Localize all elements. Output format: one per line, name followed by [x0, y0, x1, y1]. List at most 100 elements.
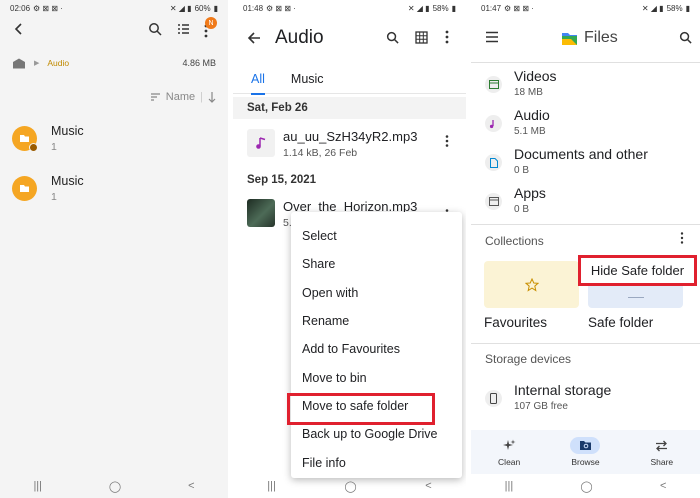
- folder-row-music-1[interactable]: Music 1: [12, 118, 216, 158]
- system-nav-bar: ||| ◯ <: [0, 474, 228, 498]
- battery-icon: ▮: [213, 3, 218, 13]
- page-title: Audio: [275, 27, 324, 48]
- status-bar: 01:48 ⚙ ⊠ ⊠ · ✕ ◢ ▮ 58% ▮: [233, 0, 466, 16]
- file-row[interactable]: au_uu_SzH34yR2.mp3 1.14 kB, 26 Feb: [233, 124, 466, 164]
- divider: [471, 62, 700, 63]
- browse-icon: [570, 437, 601, 454]
- folder-size: 4.86 MB: [182, 58, 216, 68]
- home-button[interactable]: ◯: [580, 480, 592, 493]
- file-meta: 1.14 kB, 26 Feb: [283, 147, 358, 159]
- back-arrow-icon[interactable]: [247, 31, 261, 45]
- status-time: 01:48: [243, 3, 264, 13]
- back-button[interactable]: <: [660, 480, 666, 492]
- status-battery: 58%: [432, 3, 449, 13]
- storage-devices-title: Storage devices: [485, 352, 572, 366]
- category-title: Apps: [514, 185, 546, 201]
- status-bar: 01:47 ⚙ ⊠ ⊠ · ✕ ◢ ▮ 58% ▮: [471, 0, 700, 16]
- nav-browse[interactable]: Browse: [555, 430, 615, 474]
- menu-item-share[interactable]: Share: [291, 250, 462, 278]
- menu-item-open-with[interactable]: Open with: [291, 279, 462, 307]
- folder-row-music-2[interactable]: Music 1: [12, 168, 216, 208]
- music-folder-icon: [12, 125, 38, 152]
- folder-count: 1: [51, 140, 57, 153]
- status-bar: 02:06 ⚙ ⊠ ⊠ · ✕ ◢ ▮ 60% ▮: [0, 0, 228, 16]
- home-button[interactable]: ◯: [109, 480, 121, 493]
- storage-free: 107 GB free: [514, 401, 568, 412]
- signal-icons: ✕ ◢ ▮: [169, 3, 192, 13]
- recents-button[interactable]: |||: [505, 480, 514, 492]
- video-icon: [485, 76, 502, 93]
- category-videos[interactable]: Videos 18 MB: [471, 66, 700, 104]
- music-note-icon: [247, 129, 275, 157]
- nav-browse-label: Browse: [571, 457, 600, 467]
- menu-item-back-up-google-drive[interactable]: Back up to Google Drive: [291, 420, 462, 448]
- hide-safe-folder-option[interactable]: Hide Safe folder: [578, 255, 697, 286]
- sort-bar[interactable]: Name |: [150, 91, 216, 103]
- list-view-icon[interactable]: [176, 22, 190, 36]
- home-button[interactable]: ◯: [344, 480, 356, 493]
- phone-storage-icon: [485, 390, 502, 407]
- path-chevron-icon: ▶: [34, 60, 40, 67]
- collections-title: Collections: [485, 234, 544, 248]
- category-documents[interactable]: Documents and other 0 B: [471, 144, 700, 182]
- internal-storage-row[interactable]: Internal storage 107 GB free: [471, 380, 700, 418]
- safe-folder-icon: [627, 297, 644, 298]
- category-apps[interactable]: Apps 0 B: [471, 183, 700, 221]
- favourites-card[interactable]: [484, 261, 579, 308]
- bottom-navigation: Clean Browse Share: [471, 430, 700, 474]
- music-note-icon: [485, 115, 502, 132]
- recents-button[interactable]: |||: [267, 480, 276, 492]
- menu-item-move-to-safe-folder[interactable]: Move to safe folder: [287, 392, 462, 426]
- swap-arrows-icon: [647, 437, 677, 454]
- category-size: 0 B: [514, 165, 530, 176]
- file-more-icon[interactable]: [444, 134, 450, 148]
- phone-panel-audio-list: 01:48 ⚙ ⊠ ⊠ · ✕ ◢ ▮ 58% ▮ Audio All Musi…: [233, 0, 466, 498]
- nav-clean[interactable]: Clean: [479, 430, 539, 474]
- hamburger-menu-icon[interactable]: [485, 31, 499, 43]
- files-logo-icon: [562, 33, 577, 45]
- search-icon[interactable]: [679, 31, 692, 44]
- menu-item-select[interactable]: Select: [291, 222, 462, 250]
- back-arrow-icon[interactable]: [12, 22, 26, 36]
- back-button[interactable]: <: [425, 480, 431, 492]
- sparkle-icon: [494, 437, 524, 454]
- sort-label[interactable]: Name: [166, 91, 195, 103]
- sd-badge-icon: [29, 142, 38, 152]
- folder-name: Music: [51, 123, 84, 138]
- nav-share[interactable]: Share: [632, 430, 692, 474]
- date-header: Sep 15, 2021: [233, 169, 466, 191]
- battery-icon: ▮: [451, 3, 456, 13]
- star-icon: [524, 277, 539, 292]
- apps-icon: [485, 193, 502, 210]
- signal-icons: ✕ ◢ ▮: [641, 3, 664, 13]
- menu-item-move-to-bin[interactable]: Move to bin: [291, 363, 462, 391]
- home-folder-icon[interactable]: [12, 58, 26, 69]
- grid-view-icon[interactable]: [415, 31, 428, 44]
- menu-item-file-info[interactable]: File info: [291, 448, 462, 476]
- recents-button[interactable]: |||: [33, 480, 42, 492]
- album-art-thumbnail: [247, 199, 275, 227]
- menu-item-add-to-favourites[interactable]: Add to Favourites: [291, 335, 462, 363]
- collections-more-icon[interactable]: [679, 231, 685, 245]
- breadcrumb-audio[interactable]: Audio: [47, 58, 69, 68]
- back-button[interactable]: <: [188, 480, 194, 492]
- folder-name: Music: [51, 173, 84, 188]
- more-options-icon[interactable]: [443, 29, 451, 45]
- search-icon[interactable]: [148, 22, 162, 36]
- system-nav-bar: ||| ◯ <: [471, 474, 700, 498]
- phone-panel-files-browse: 01:47 ⚙ ⊠ ⊠ · ✕ ◢ ▮ 58% ▮ Files Videos 1…: [471, 0, 700, 498]
- phone-panel-my-files: 02:06 ⚙ ⊠ ⊠ · ✕ ◢ ▮ 60% ▮ N ▶ Audio 4.86…: [0, 0, 228, 498]
- category-size: 18 MB: [514, 87, 543, 98]
- status-time: 01:47: [481, 3, 502, 13]
- category-title: Audio: [514, 107, 550, 123]
- system-nav-bar: ||| ◯ <: [233, 474, 466, 498]
- category-audio[interactable]: Audio 5.1 MB: [471, 105, 700, 143]
- date-header: Sat, Feb 26: [233, 97, 466, 119]
- sort-direction-icon[interactable]: [208, 91, 216, 103]
- tab-music[interactable]: Music: [282, 64, 333, 94]
- favourites-label: Favourites: [484, 315, 548, 330]
- search-icon[interactable]: [386, 31, 399, 44]
- menu-item-rename[interactable]: Rename: [291, 307, 462, 335]
- divider: [471, 224, 700, 225]
- tab-all[interactable]: All: [242, 64, 274, 95]
